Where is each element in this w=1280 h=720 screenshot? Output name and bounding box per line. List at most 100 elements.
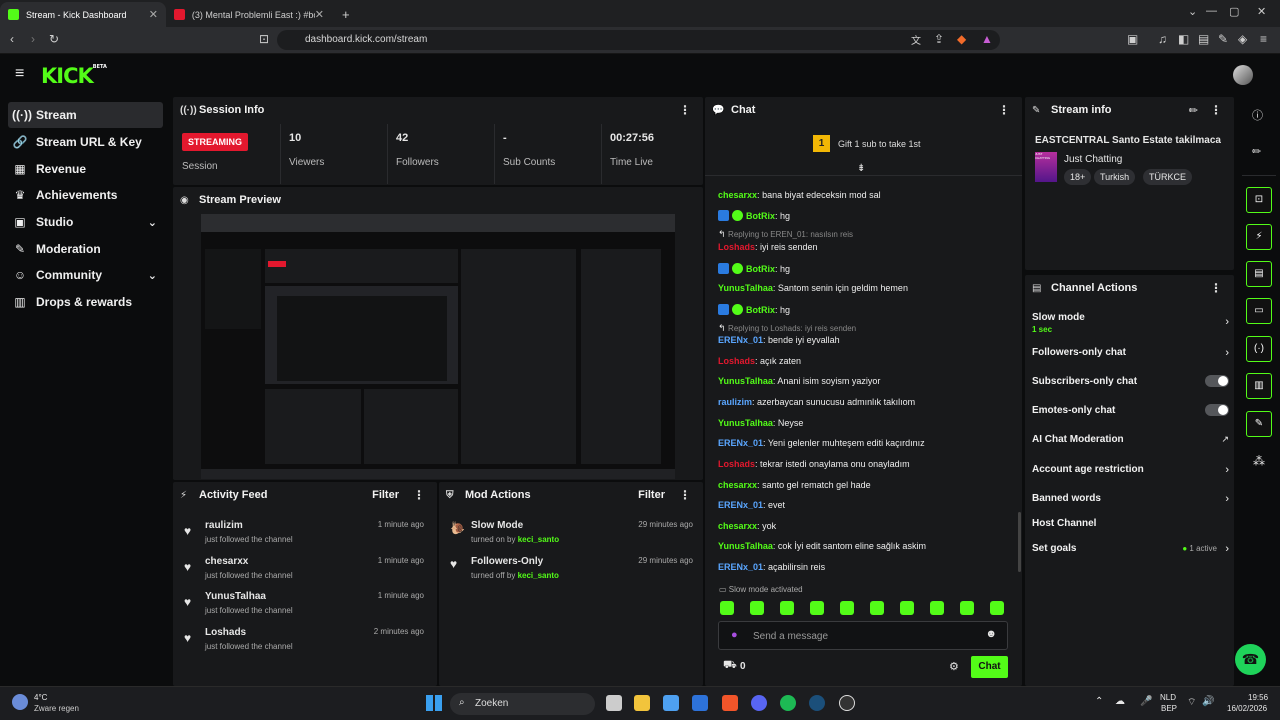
emote-icon[interactable] (990, 601, 1004, 615)
document-icon[interactable]: ▤ (1246, 261, 1272, 287)
emote-icon[interactable] (720, 601, 734, 615)
wallet-icon[interactable]: ▤ (1198, 32, 1209, 46)
action-emotes-only[interactable]: Emotes-only chat (1032, 404, 1229, 416)
chat-input[interactable]: ● Send a message ☻ (718, 621, 1008, 650)
sidebar-item-studio[interactable]: ▣ Studio ⌄ (8, 209, 163, 235)
chat-username[interactable]: YunusTalhaa (718, 541, 773, 551)
scrollbar[interactable] (1018, 512, 1021, 572)
screen-icon[interactable]: ⊡ (1246, 187, 1272, 213)
tab-search-icon[interactable]: ⌄ (1188, 5, 1197, 18)
sidebar-item-stream[interactable]: ((·)) Stream (8, 102, 163, 128)
music-icon[interactable]: ♫ (1158, 32, 1167, 46)
action-set-goals[interactable]: Set goals ● 1 active › (1032, 543, 1229, 555)
brave-shield-icon[interactable]: ◆ (957, 32, 966, 46)
chat-bubble-icon[interactable]: ▭ (1246, 298, 1272, 324)
emoji-icon[interactable]: ☻ (985, 628, 997, 640)
points-icon[interactable]: ⛟ (723, 659, 737, 673)
filter-button[interactable]: Filter (372, 489, 399, 501)
sidebar-item-community[interactable]: ☺ Community ⌄ (8, 262, 163, 288)
emote-icon[interactable] (750, 601, 764, 615)
sidebar-item-achievements[interactable]: ♛ Achievements (8, 182, 163, 208)
sidebar-item-stream-url[interactable]: 🔗 Stream URL & Key (8, 129, 163, 155)
reload-icon[interactable]: ↻ (49, 32, 59, 46)
sidebar-item-moderation[interactable]: ✎ Moderation (8, 236, 163, 262)
forward-icon[interactable]: › (31, 32, 35, 46)
chat-username[interactable]: YunusTalhaa (718, 418, 773, 428)
new-tab-button[interactable]: + (334, 2, 358, 27)
action-banned-words[interactable]: Banned words › (1032, 493, 1229, 505)
store-icon[interactable] (663, 695, 679, 711)
chat-username[interactable]: Loshads (718, 459, 755, 469)
chat-username[interactable]: BotRix (746, 264, 775, 274)
minimize-icon[interactable]: — (1206, 5, 1217, 17)
action-slow-mode[interactable]: Slow mode 1 sec › (1032, 312, 1229, 334)
close-window-icon[interactable]: ✕ (1257, 5, 1266, 18)
emote-icon[interactable] (960, 601, 974, 615)
wrench-icon[interactable]: ✎ (1246, 411, 1272, 437)
vpn-icon[interactable]: ◈ (1238, 32, 1247, 46)
extension-icon[interactable]: ✎ (1218, 32, 1228, 46)
more-options-icon[interactable]: ⋮ (998, 103, 1010, 117)
more-options-icon[interactable]: ⋮ (1210, 281, 1222, 295)
emote-icon[interactable] (780, 601, 794, 615)
pencil-icon[interactable]: ✏ (1252, 145, 1261, 158)
send-chat-button[interactable]: Chat (971, 656, 1008, 678)
tray-chevron-icon[interactable]: ⌃ (1095, 696, 1103, 707)
emote-icon[interactable] (930, 601, 944, 615)
obs-icon[interactable] (839, 695, 855, 711)
bolt-icon[interactable]: ⚡ (1246, 224, 1272, 250)
dashboard-icon[interactable]: ▥ (1246, 373, 1272, 399)
cloud-icon[interactable]: ☁ (1115, 696, 1125, 707)
task-view-icon[interactable] (606, 695, 622, 711)
discord-icon[interactable] (751, 695, 767, 711)
chat-username[interactable]: ERENx_01 (718, 335, 763, 345)
chat-username[interactable]: ERENx_01 (718, 562, 763, 572)
tab-kick-dashboard[interactable]: Stream - Kick Dashboard ✕ (0, 2, 166, 27)
chat-username[interactable]: ERENx_01 (718, 438, 763, 448)
emote-icon[interactable] (870, 601, 884, 615)
action-account-age[interactable]: Account age restriction › (1032, 464, 1229, 476)
chat-username[interactable]: YunusTalhaa (718, 283, 773, 293)
weather-icon[interactable] (12, 694, 28, 710)
file-explorer-icon[interactable] (634, 695, 650, 711)
chat-username[interactable]: YunusTalhaa (718, 376, 773, 386)
more-options-icon[interactable]: ⋮ (413, 488, 425, 502)
broadcast-icon[interactable]: (·) (1246, 336, 1272, 362)
edit-icon[interactable]: ✏ (1189, 104, 1198, 117)
chat-username[interactable]: raulizim (718, 397, 752, 407)
lang-top[interactable]: NLD (1160, 693, 1176, 702)
close-tab-icon[interactable]: ✕ (149, 8, 158, 21)
info-icon[interactable]: ⓘ (1252, 107, 1263, 123)
avatar[interactable] (1233, 65, 1253, 85)
emote-icon[interactable] (810, 601, 824, 615)
emote-icon[interactable] (900, 601, 914, 615)
collapse-icon[interactable]: ⇟ (857, 163, 865, 174)
chat-username[interactable]: chesarxx (718, 480, 757, 490)
start-icon[interactable] (426, 695, 442, 711)
sidebar-item-drops[interactable]: ▥ Drops & rewards (8, 289, 163, 315)
back-icon[interactable]: ‹ (10, 32, 14, 46)
close-tab-icon[interactable]: ✕ (315, 8, 324, 21)
action-host-channel[interactable]: Host Channel (1032, 518, 1229, 529)
volume-icon[interactable]: 🔊 (1202, 696, 1214, 707)
spotify-icon[interactable] (780, 695, 796, 711)
address-bar[interactable]: dashboard.kick.com/stream (277, 30, 1000, 50)
filter-button[interactable]: Filter (638, 489, 665, 501)
more-options-icon[interactable]: ⋮ (679, 103, 691, 117)
chat-username[interactable]: chesarxx (718, 521, 757, 531)
chat-username[interactable]: Loshads (718, 242, 755, 252)
translate-icon[interactable]: 文 (911, 32, 921, 47)
lang-bottom[interactable]: BEP (1161, 704, 1177, 713)
stream-preview-video[interactable] (173, 214, 703, 479)
emote-icon[interactable] (840, 601, 854, 615)
tab-youtube[interactable]: (3) Mental Problemli East :) #borp #e ✕ (166, 2, 332, 27)
action-subscribers-only[interactable]: Subscribers-only chat (1032, 375, 1229, 387)
steam-icon[interactable] (809, 695, 825, 711)
gift-leaderboard[interactable]: 1 Gift 1 sub to take 1st (813, 135, 921, 152)
mic-tray-icon[interactable]: 🎤 (1140, 696, 1152, 707)
share-icon[interactable]: ⇪ (934, 32, 944, 46)
share-nodes-icon[interactable]: ⁂ (1253, 454, 1265, 468)
clock-time[interactable]: 19:56 (1248, 693, 1268, 702)
support-button[interactable]: ☎ (1235, 644, 1266, 675)
rewards-icon[interactable]: ▲ (981, 32, 993, 46)
